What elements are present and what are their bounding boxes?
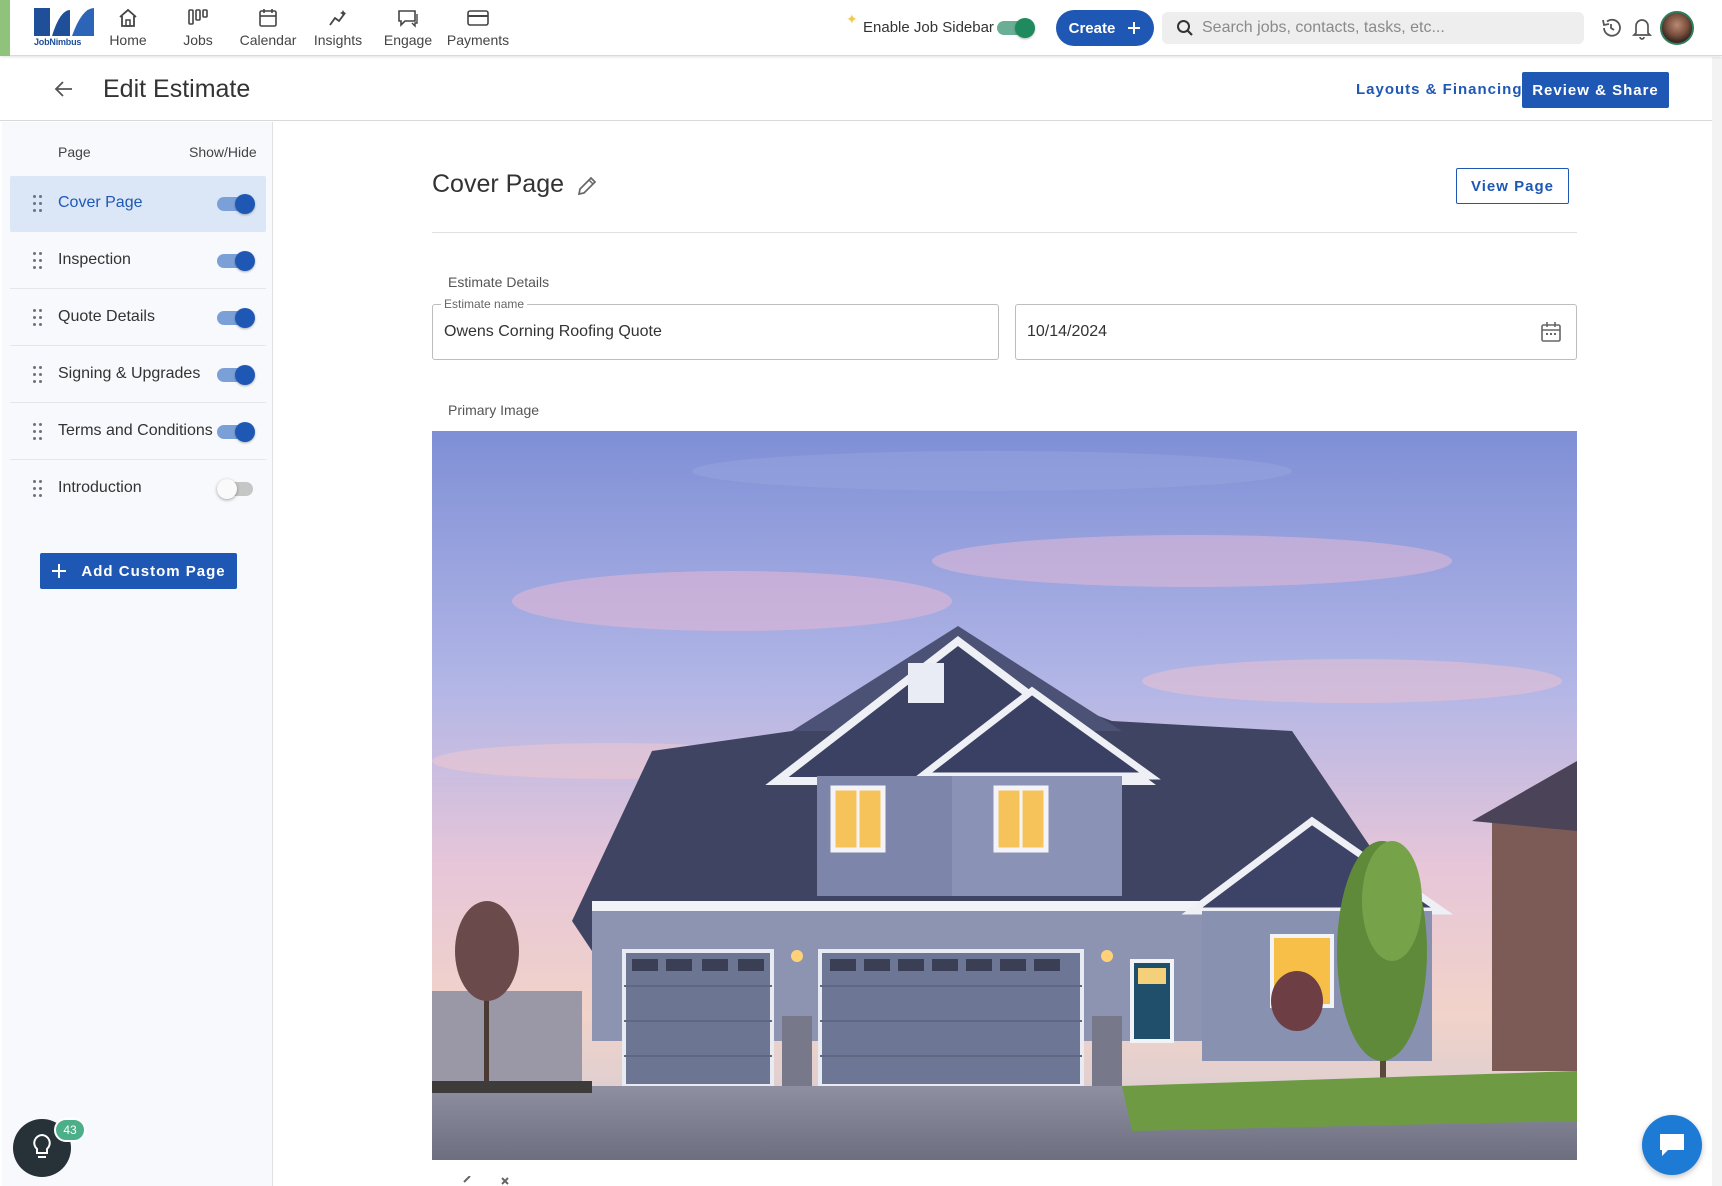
nav-home-label: Home — [109, 32, 147, 48]
primary-image[interactable] — [432, 431, 1577, 1160]
help-count-badge: 43 — [54, 1118, 86, 1142]
chat-support-button[interactable] — [1642, 1115, 1702, 1175]
create-button-label: Create — [1068, 19, 1116, 37]
job-sidebar-toggle[interactable] — [997, 18, 1035, 38]
toggle-knob — [235, 194, 255, 214]
toggle-knob — [217, 479, 237, 499]
nav-insights-label: Insights — [313, 32, 363, 48]
estimate-name-value: Owens Corning Roofing Quote — [444, 323, 662, 340]
plus-icon — [52, 564, 67, 578]
jobs-icon — [188, 9, 208, 25]
global-search — [1162, 12, 1584, 44]
house-photo — [432, 431, 1577, 1160]
page-row-label: Cover Page — [58, 194, 143, 211]
toggle-knob — [235, 422, 255, 442]
estimate-date-value: 10/14/2024 — [1027, 323, 1108, 340]
nav-payments-label: Payments — [446, 32, 510, 48]
page-row-inspection[interactable]: Inspection — [10, 233, 266, 289]
nav-engage-label: Engage — [383, 32, 433, 48]
history-icon[interactable] — [1599, 16, 1623, 40]
engage-icon — [398, 10, 418, 28]
search-input[interactable] — [1202, 12, 1572, 44]
nav-insights[interactable]: Insights — [303, 6, 373, 48]
estimate-name-field[interactable]: Estimate name Owens Corning Roofing Quot… — [432, 297, 999, 360]
page-title: Edit Estimate — [103, 75, 251, 103]
nav-home[interactable]: Home — [93, 6, 163, 48]
drag-handle-icon[interactable] — [33, 309, 43, 327]
nav-calendar[interactable]: Calendar — [233, 6, 303, 48]
page-row-introduction[interactable]: Introduction — [10, 461, 266, 517]
insights-icon — [329, 10, 346, 26]
page-row-terms-and-conditions[interactable]: Terms and Conditions — [10, 404, 266, 460]
toggle-knob — [235, 251, 255, 271]
window-edge-accent — [0, 0, 10, 56]
top-navigation: JobNimbus Home Jobs Calendar Insights En… — [0, 0, 1722, 56]
drag-handle-icon[interactable] — [33, 480, 43, 498]
payments-icon — [467, 10, 489, 26]
page-visibility-toggle[interactable] — [217, 479, 255, 499]
home-icon — [119, 8, 137, 27]
vertical-scrollbar[interactable] — [1712, 57, 1722, 1186]
toggle-knob — [235, 365, 255, 385]
page-row-label: Introduction — [58, 479, 142, 496]
job-sidebar-label: Enable Job Sidebar — [863, 19, 994, 36]
estimate-details-label: Estimate Details — [448, 274, 550, 290]
nav-jobs[interactable]: Jobs — [163, 6, 233, 48]
drag-handle-icon[interactable] — [33, 423, 43, 441]
notification-bell-icon[interactable] — [1631, 16, 1653, 40]
nav-payments[interactable]: Payments — [443, 6, 513, 48]
page-row-label: Terms and Conditions — [58, 422, 213, 439]
layouts-financing-button[interactable]: Layouts & Financing — [1356, 81, 1523, 98]
sparkle-icon: ✦ — [846, 11, 858, 27]
calendar-icon — [259, 9, 277, 27]
app-window: JobNimbus Home Jobs Calendar Insights En… — [0, 0, 1722, 1186]
user-avatar[interactable] — [1660, 11, 1694, 45]
chat-bubble-icon — [1660, 1134, 1684, 1156]
add-custom-page-button[interactable]: Add Custom Page — [40, 553, 237, 589]
page-row-signing-upgrades[interactable]: Signing & Upgrades — [10, 347, 266, 403]
page-row-cover-page[interactable]: Cover Page — [10, 176, 266, 232]
estimate-date-field[interactable]: 10/14/2024 — [1015, 304, 1577, 360]
back-arrow-icon[interactable] — [52, 77, 76, 101]
image-edit-controls[interactable] — [454, 1176, 524, 1186]
page-visibility-toggle[interactable] — [217, 251, 255, 271]
nav-calendar-label: Calendar — [239, 32, 297, 48]
brand-name: JobNimbus — [34, 37, 82, 47]
page-header: Edit Estimate Layouts & Financing Review… — [0, 57, 1722, 121]
page-row-label: Inspection — [58, 251, 131, 268]
drag-handle-icon[interactable] — [33, 366, 43, 384]
page-row-label: Signing & Upgrades — [58, 365, 201, 382]
toggle-knob — [1015, 18, 1035, 38]
calendar-icon[interactable] — [1540, 321, 1562, 343]
page-row-quote-details[interactable]: Quote Details — [10, 290, 266, 346]
plus-icon — [1128, 22, 1141, 34]
nav-jobs-label: Jobs — [183, 32, 213, 48]
page-visibility-toggle[interactable] — [217, 308, 255, 328]
pages-panel: Page Show/Hide Cover Page Inspection Quo… — [2, 122, 273, 1186]
primary-image-label: Primary Image — [448, 402, 540, 418]
estimate-name-legend: Estimate name — [441, 297, 528, 311]
pages-column-header: Page — [58, 144, 91, 160]
show-hide-column-header: Show/Hide — [189, 144, 257, 160]
page-visibility-toggle[interactable] — [217, 422, 255, 442]
page-visibility-toggle[interactable] — [217, 365, 255, 385]
lightbulb-icon — [33, 1133, 51, 1158]
drag-handle-icon[interactable] — [33, 195, 43, 213]
toggle-knob — [235, 308, 255, 328]
add-custom-page-label: Add Custom Page — [81, 562, 226, 580]
page-row-label: Quote Details — [58, 308, 155, 325]
review-share-button[interactable]: Review & Share — [1522, 72, 1669, 108]
edit-pencil-icon[interactable] — [576, 175, 598, 197]
drag-handle-icon[interactable] — [33, 252, 43, 270]
page-visibility-toggle[interactable] — [217, 194, 255, 214]
search-icon — [1177, 20, 1193, 36]
section-title: Cover Page — [432, 170, 565, 198]
nav-engage[interactable]: Engage — [373, 6, 443, 48]
section-divider — [432, 232, 1577, 233]
create-button[interactable]: Create — [1056, 10, 1154, 46]
view-page-button[interactable]: View Page — [1456, 168, 1569, 204]
